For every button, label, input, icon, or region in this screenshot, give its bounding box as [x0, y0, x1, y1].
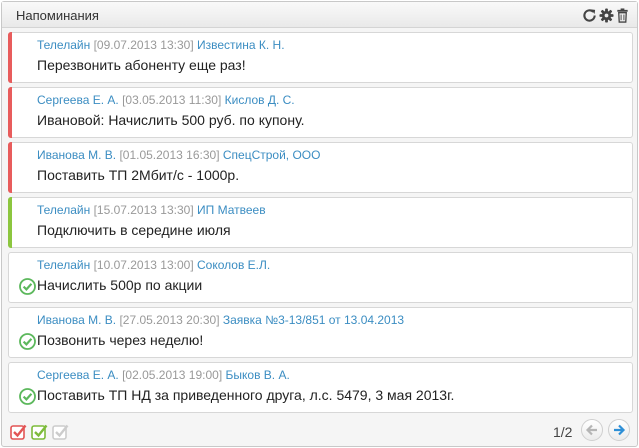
reminder-item[interactable]: Сергеева Е. А. [03.05.2013 11:30] Кислов…	[8, 87, 633, 138]
reminder-author-link[interactable]: Иванова М. В.	[37, 148, 116, 162]
reminder-author-link[interactable]: Телелайн	[37, 203, 90, 217]
reminder-meta: Сергеева Е. А. [03.05.2013 11:30] Кислов…	[37, 93, 295, 107]
refresh-icon[interactable]	[581, 7, 597, 23]
reminder-meta: Иванова М. В. [01.05.2013 16:30] СпецСтр…	[37, 148, 320, 162]
reminders-widget: Напоминания Телелайн [09.07.2013 13:30] …	[1, 1, 638, 447]
reminder-datetime: [01.05.2013 16:30]	[119, 148, 220, 162]
reminder-client-link[interactable]: Известина К. Н.	[197, 38, 285, 52]
reminder-text: Позвонить через неделю!	[37, 332, 204, 348]
reminder-client-link[interactable]: Соколов Е.Л.	[197, 258, 270, 272]
reminder-client-link[interactable]: Заявка №3-13/851 от 13.04.2013	[223, 313, 404, 327]
reminder-author-link[interactable]: Телелайн	[37, 258, 90, 272]
reminder-text: Поставить ТП НД за приведенного друга, л…	[37, 387, 455, 403]
filter-overdue-icon[interactable]	[10, 423, 27, 440]
reminder-item[interactable]: Телелайн [09.07.2013 13:30] Известина К.…	[8, 32, 633, 83]
reminder-item[interactable]: Сергеева Е. А. [02.05.2013 19:00] Быков …	[8, 362, 633, 413]
reminder-datetime: [15.07.2013 13:30]	[93, 203, 194, 217]
reminder-item[interactable]: Иванова М. В. [27.05.2013 20:30] Заявка …	[8, 307, 633, 358]
filter-done-icon[interactable]	[52, 423, 69, 440]
reminder-item[interactable]: Телелайн [10.07.2013 13:00] Соколов Е.Л.…	[8, 252, 633, 303]
reminder-item[interactable]: Телелайн [15.07.2013 13:30] ИП Матвеев По…	[8, 197, 633, 248]
reminder-client-link[interactable]: СпецСтрой, ООО	[223, 148, 321, 162]
completed-check-icon	[19, 278, 36, 295]
reminder-datetime: [09.07.2013 13:30]	[93, 38, 194, 52]
reminder-client-link[interactable]: Кислов Д. С.	[225, 93, 295, 107]
filter-upcoming-icon[interactable]	[31, 423, 48, 440]
next-page-button[interactable]	[608, 419, 630, 441]
reminder-text: Ивановой: Начислить 500 руб. по купону.	[37, 112, 305, 128]
status-bar	[8, 87, 12, 138]
arrow-right-icon	[614, 424, 626, 436]
reminder-meta: Телелайн [15.07.2013 13:30] ИП Матвеев	[37, 203, 266, 217]
reminder-meta: Телелайн [09.07.2013 13:30] Известина К.…	[37, 38, 285, 52]
trash-icon[interactable]	[614, 7, 630, 23]
reminder-datetime: [03.05.2013 11:30]	[122, 93, 222, 107]
status-bar	[8, 197, 12, 248]
reminder-text: Поставить ТП 2Мбит/с - 1000р.	[37, 167, 240, 183]
reminder-datetime: [10.07.2013 13:00]	[93, 258, 194, 272]
widget-footer: 1/2	[2, 416, 637, 446]
gear-icon[interactable]	[598, 7, 614, 23]
status-bar	[8, 142, 12, 193]
arrow-left-icon	[585, 424, 597, 436]
completed-check-icon	[19, 388, 36, 405]
reminder-meta: Телелайн [10.07.2013 13:00] Соколов Е.Л.	[37, 258, 270, 272]
reminder-item[interactable]: Иванова М. В. [01.05.2013 16:30] СпецСтр…	[8, 142, 633, 193]
page-indicator: 1/2	[553, 424, 573, 440]
reminder-text: Начислить 500р по акции	[37, 277, 203, 293]
completed-check-icon	[19, 333, 36, 350]
reminder-author-link[interactable]: Сергеева Е. А.	[37, 93, 119, 107]
reminder-text: Перезвонить абоненту еще раз!	[37, 57, 246, 73]
reminder-client-link[interactable]: Быков В. А.	[226, 368, 290, 382]
reminder-meta: Иванова М. В. [27.05.2013 20:30] Заявка …	[37, 313, 404, 327]
status-bar	[8, 32, 12, 83]
prev-page-button[interactable]	[581, 419, 603, 441]
reminder-text: Подключить в середине июля	[37, 222, 231, 238]
reminder-client-link[interactable]: ИП Матвеев	[197, 203, 266, 217]
reminder-list: Телелайн [09.07.2013 13:30] Известина К.…	[8, 32, 633, 417]
widget-header: Напоминания	[2, 2, 637, 28]
reminder-datetime: [27.05.2013 20:30]	[119, 313, 220, 327]
reminder-meta: Сергеева Е. А. [02.05.2013 19:00] Быков …	[37, 368, 290, 382]
reminder-author-link[interactable]: Телелайн	[37, 38, 90, 52]
reminder-author-link[interactable]: Иванова М. В.	[37, 313, 116, 327]
reminder-author-link[interactable]: Сергеева Е. А.	[37, 368, 119, 382]
reminder-datetime: [02.05.2013 19:00]	[122, 368, 223, 382]
widget-title: Напоминания	[16, 8, 99, 23]
